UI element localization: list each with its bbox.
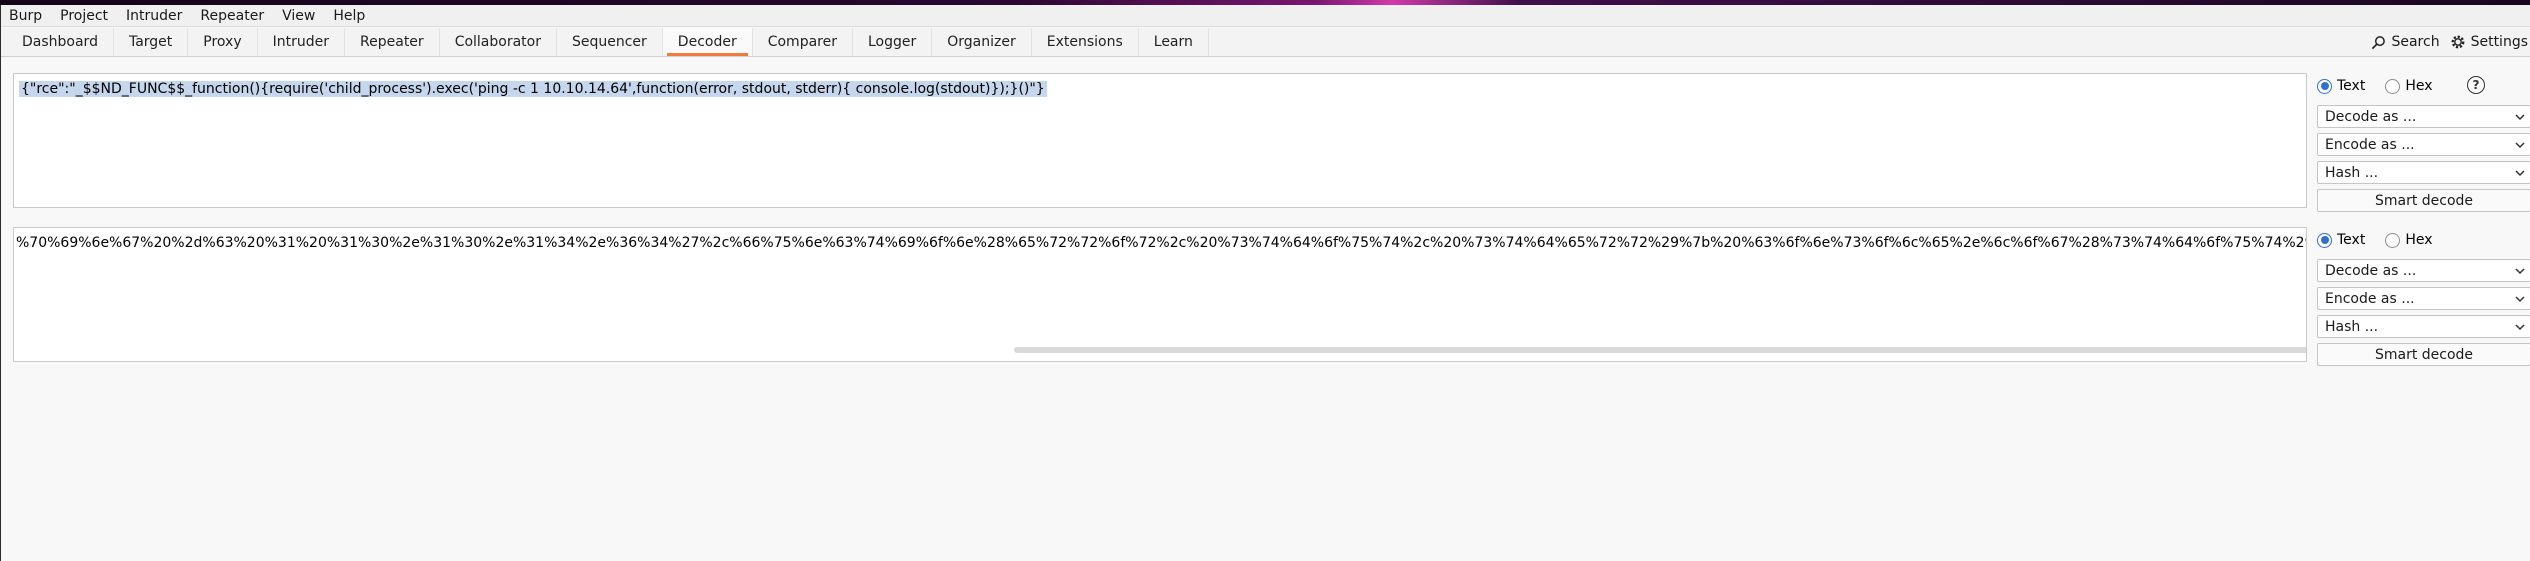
chevron-down-icon xyxy=(2514,293,2526,309)
horizontal-scrollbar[interactable] xyxy=(1014,347,2306,353)
help-icon[interactable]: ? xyxy=(2467,76,2485,94)
tab-organizer[interactable]: Organizer xyxy=(932,28,1032,56)
decode-as-dropdown[interactable]: Decode as ... xyxy=(2317,259,2530,282)
encode-as-label: Encode as ... xyxy=(2325,136,2415,153)
format-radio-group: Text Hex xyxy=(2317,78,2433,94)
menu-view[interactable]: View xyxy=(282,8,315,24)
search-icon xyxy=(2371,35,2386,50)
toolbar-right: Search Settings xyxy=(2371,28,2530,56)
tab-intruder[interactable]: Intruder xyxy=(258,28,346,56)
menu-intruder[interactable]: Intruder xyxy=(126,8,182,24)
decode-as-dropdown[interactable]: Decode as ... xyxy=(2317,105,2530,128)
tab-sequencer[interactable]: Sequencer xyxy=(557,28,663,56)
menu-help[interactable]: Help xyxy=(333,8,365,24)
chevron-down-icon xyxy=(2514,139,2526,155)
chevron-down-icon xyxy=(2514,265,2526,281)
menu-burp[interactable]: Burp xyxy=(9,8,42,24)
hex-radio-label: Hex xyxy=(2405,78,2433,94)
smart-decode-button[interactable]: Smart decode xyxy=(2317,189,2530,212)
text-radio-label: Text xyxy=(2337,78,2366,94)
settings-button[interactable]: Settings xyxy=(2450,34,2528,50)
chevron-down-icon xyxy=(2514,167,2526,183)
chevron-down-icon xyxy=(2514,321,2526,337)
encode-as-dropdown[interactable]: Encode as ... xyxy=(2317,287,2530,310)
tab-decoder[interactable]: Decoder xyxy=(662,28,753,56)
main-tab-bar: Dashboard Target Proxy Intruder Repeater… xyxy=(1,28,2530,57)
search-button[interactable]: Search xyxy=(2371,34,2440,50)
burp-window: Burp Project Intruder Repeater View Help… xyxy=(0,5,2530,561)
input-text[interactable]: {"rce":"_$$ND_FUNC$$_function(){require(… xyxy=(19,81,1047,97)
gear-icon xyxy=(2450,34,2466,50)
hash-label: Hash ... xyxy=(2325,164,2379,181)
tab-dashboard[interactable]: Dashboard xyxy=(7,28,114,56)
output-text[interactable]: %70%69%6e%67%20%2d%63%20%31%20%31%30%2e%… xyxy=(16,235,2306,251)
hash-dropdown[interactable]: Hash ... xyxy=(2317,315,2530,338)
hex-radio[interactable] xyxy=(2385,78,2401,94)
encode-as-label: Encode as ... xyxy=(2325,290,2415,307)
text-radio-label: Text xyxy=(2337,232,2366,248)
tab-logger[interactable]: Logger xyxy=(853,28,933,56)
encode-as-dropdown[interactable]: Encode as ... xyxy=(2317,133,2530,156)
menu-bar: Burp Project Intruder Repeater View Help xyxy=(1,5,2530,27)
controls-panel-2: Text Hex Decode as ... Encode as ... Has… xyxy=(2317,227,2530,367)
smart-decode-button[interactable]: Smart decode xyxy=(2317,343,2530,366)
tab-target[interactable]: Target xyxy=(114,28,189,56)
search-label: Search xyxy=(2391,34,2440,50)
tab-repeater[interactable]: Repeater xyxy=(345,28,440,56)
tab-collaborator[interactable]: Collaborator xyxy=(440,28,557,56)
hash-dropdown[interactable]: Hash ... xyxy=(2317,161,2530,184)
controls-panel-1: Text Hex ? Decode as ... Encode as ... H… xyxy=(2317,73,2530,213)
tab-extensions[interactable]: Extensions xyxy=(1032,28,1139,56)
hex-radio[interactable] xyxy=(2385,232,2401,248)
hex-radio-label: Hex xyxy=(2405,232,2433,248)
tab-comparer[interactable]: Comparer xyxy=(753,28,853,56)
decoder-input-pane[interactable]: {"rce":"_$$ND_FUNC$$_function(){require(… xyxy=(13,73,2307,208)
text-radio[interactable] xyxy=(2317,78,2332,94)
hash-label: Hash ... xyxy=(2325,318,2379,335)
chevron-down-icon xyxy=(2514,111,2526,127)
decoder-output-pane[interactable]: %70%69%6e%67%20%2d%63%20%31%20%31%30%2e%… xyxy=(13,227,2307,362)
format-radio-group: Text Hex xyxy=(2317,232,2433,248)
text-radio[interactable] xyxy=(2317,232,2332,248)
decode-as-label: Decode as ... xyxy=(2325,108,2417,125)
menu-repeater[interactable]: Repeater xyxy=(200,8,264,24)
menu-project[interactable]: Project xyxy=(60,8,108,24)
tab-learn[interactable]: Learn xyxy=(1139,28,1209,56)
decode-as-label: Decode as ... xyxy=(2325,262,2417,279)
tab-proxy[interactable]: Proxy xyxy=(188,28,258,56)
settings-label: Settings xyxy=(2470,34,2528,50)
